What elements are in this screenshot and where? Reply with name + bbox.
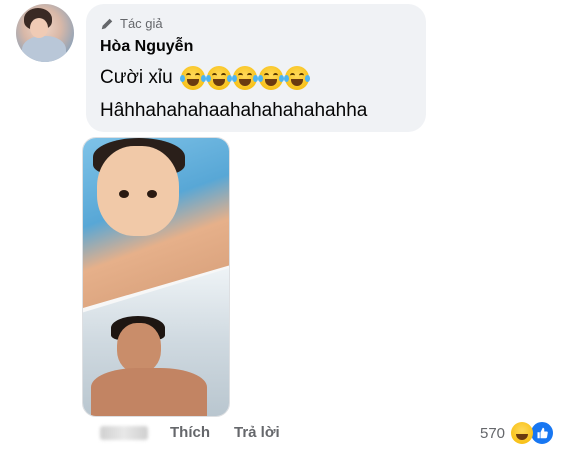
reactions-summary[interactable]: 570 — [480, 420, 556, 446]
avatar[interactable] — [16, 4, 74, 62]
laughing-tears-icon — [283, 66, 310, 90]
comment-actions: Thích Trả lời — [100, 424, 304, 441]
laughing-tears-icon — [257, 66, 284, 90]
haha-icon — [511, 422, 534, 444]
reply-button[interactable]: Trả lời — [234, 424, 280, 441]
laughing-tears-icon — [231, 66, 258, 90]
reaction-count: 570 — [480, 424, 506, 442]
pen-icon — [101, 18, 113, 29]
comment-photo[interactable] — [82, 137, 230, 417]
laughing-tears-icon — [179, 66, 206, 90]
author-badge: Tác giả — [100, 16, 163, 31]
timestamp-blurred — [100, 425, 148, 440]
comment-text-line2: Hâhhahahahaahahahahahahha — [100, 100, 368, 121]
comment-text: Cười xỉu — [100, 67, 173, 88]
author-badge-label: Tác giả — [120, 16, 163, 31]
like-button[interactable]: Thích — [170, 424, 210, 441]
comment-bubble: Tác giả Hòa Nguyễn Cười xỉu Hâhhahahahaa… — [86, 4, 426, 132]
emoji-group — [179, 66, 310, 90]
comment-text-line1: Cười xỉu — [100, 66, 310, 90]
author-name[interactable]: Hòa Nguyễn — [100, 38, 193, 56]
laughing-tears-icon — [205, 66, 232, 90]
